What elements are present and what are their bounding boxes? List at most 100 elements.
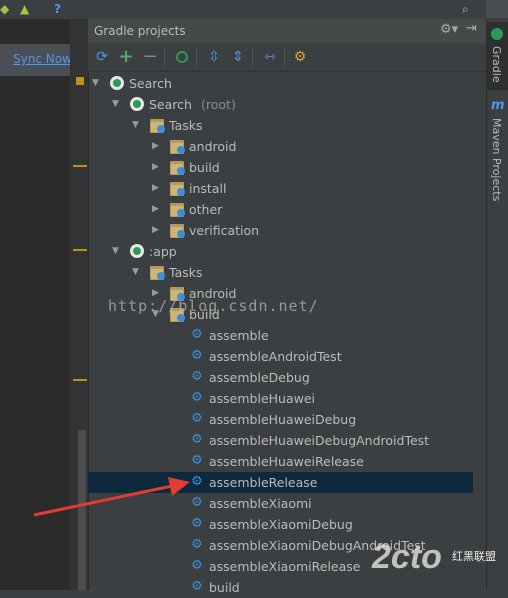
execute-task-icon[interactable] <box>172 47 192 67</box>
task-gear-icon: ⚙ <box>191 390 203 405</box>
tree-task[interactable]: ⚙ build <box>88 577 473 598</box>
tree-node-label: android <box>189 139 237 154</box>
task-folder-icon <box>170 161 185 175</box>
tree-node-label: other <box>189 202 223 217</box>
tree-task[interactable]: ⚙ assembleHuaweiDebugAndroidTest <box>88 430 473 451</box>
tree-node-label: assembleXiaomiDebug <box>209 517 353 532</box>
gradle-project-icon <box>130 97 144 111</box>
task-folder-icon <box>150 119 165 133</box>
tree-task-group-android[interactable]: ▶ android <box>88 136 473 157</box>
expanded-arrow-icon[interactable]: ▼ <box>112 241 119 262</box>
watermark-logo-sub: 红黑联盟 <box>452 550 496 563</box>
tree-task[interactable]: ⚙ assembleAndroidTest <box>88 346 473 367</box>
task-gear-icon: ⚙ <box>191 327 203 342</box>
add-icon[interactable]: + <box>116 47 136 67</box>
tree-module-app[interactable]: ▼:app <box>88 241 473 262</box>
tree-node-label: assembleDebug <box>209 370 310 385</box>
tree-task[interactable]: ⚙ assembleDebug <box>88 367 473 388</box>
toolbar-separator <box>196 48 197 66</box>
tree-task-group-other[interactable]: ▶ other <box>88 199 473 220</box>
task-folder-icon <box>170 182 185 196</box>
collapsed-arrow-icon[interactable]: ▶ <box>152 199 159 220</box>
tree-task[interactable]: ⚙ assembleHuawei <box>88 388 473 409</box>
tree-node-label: assembleAndroidTest <box>209 349 342 364</box>
toolbar-separator <box>284 48 285 66</box>
folder-gear-badge-icon <box>177 314 185 322</box>
panel-settings-icon[interactable]: ⚙▾ <box>440 22 458 37</box>
expanded-arrow-icon[interactable]: ▼ <box>132 115 139 136</box>
gradle-tab-icon <box>491 28 503 40</box>
remove-icon[interactable]: − <box>140 47 160 67</box>
folder-gear-badge-icon <box>177 167 185 175</box>
maven-tool-tab[interactable]: m Maven Projects <box>486 96 508 206</box>
toolbar-separator <box>164 48 165 66</box>
task-gear-icon: ⚙ <box>191 558 203 573</box>
tree-node-label: assembleXiaomiRelease <box>209 559 361 574</box>
task-folder-icon <box>170 224 185 238</box>
tree-node-label: assembleHuaweiDebug <box>209 412 357 427</box>
tree-task[interactable]: ⚙ assembleXiaomi <box>88 493 473 514</box>
folder-gear-badge-icon <box>157 125 165 133</box>
tree-node-sublabel: (root) <box>201 97 236 112</box>
folder-gear-badge-icon <box>177 293 185 301</box>
collapsed-arrow-icon[interactable]: ▶ <box>152 178 159 199</box>
panel-hide-icon[interactable]: ⇥ <box>466 21 477 36</box>
tree-node-label: install <box>189 181 227 196</box>
gradle-tab-label: Gradle <box>490 46 503 83</box>
help-icon[interactable]: ? <box>54 0 61 18</box>
tree-node-label: build <box>209 580 240 595</box>
sync-now-link[interactable]: Sync Now <box>13 52 72 66</box>
tree-task[interactable]: ⚙ assemble <box>88 325 473 346</box>
task-gear-icon: ⚙ <box>191 579 203 594</box>
gutter-marker[interactable] <box>73 379 87 381</box>
expanded-arrow-icon[interactable]: ▼ <box>92 73 99 94</box>
gutter-warning-marker[interactable] <box>76 77 84 85</box>
tree-task-group-install[interactable]: ▶ install <box>88 178 473 199</box>
maven-tab-label: Maven Projects <box>490 118 503 202</box>
tree-node-label: assemble <box>209 328 269 343</box>
search-icon[interactable]: ⌕ <box>462 0 469 18</box>
toggle-offline-icon[interactable]: ⇿ <box>260 47 280 67</box>
expanded-arrow-icon[interactable]: ▼ <box>132 262 139 283</box>
tree-node-label: assembleHuaweiRelease <box>209 454 364 469</box>
collapsed-arrow-icon[interactable]: ▶ <box>152 136 159 157</box>
task-gear-icon: ⚙ <box>191 495 203 510</box>
tree-task[interactable]: ⚙ assembleHuaweiDebug <box>88 409 473 430</box>
tree-tasks-folder[interactable]: ▼ Tasks <box>88 115 473 136</box>
collapsed-arrow-icon[interactable]: ▶ <box>152 157 159 178</box>
tree-node-label: assembleHuawei <box>209 391 316 406</box>
tree-task-group-build[interactable]: ▶ build <box>88 157 473 178</box>
window-stripe <box>486 0 508 18</box>
collapse-all-icon[interactable]: ⇕ <box>228 47 248 67</box>
tree-node-label: build <box>189 160 220 175</box>
collapsed-arrow-icon[interactable]: ▶ <box>152 220 159 241</box>
expand-all-icon[interactable]: ⇳ <box>204 47 224 67</box>
tree-task-selected[interactable]: ⚙ assembleRelease <box>88 472 473 493</box>
toolbar-separator <box>252 48 253 66</box>
task-gear-icon: ⚙ <box>191 369 203 384</box>
tree-node-label: assembleRelease <box>209 475 318 490</box>
gutter-marker[interactable] <box>73 249 87 251</box>
task-gear-icon: ⚙ <box>191 516 203 531</box>
tree-root-search[interactable]: ▼ Search <box>88 73 473 94</box>
gradle-tool-tab[interactable]: Gradle <box>486 22 508 90</box>
top-strip <box>0 0 508 20</box>
gutter-marker[interactable] <box>73 165 87 167</box>
tree-task[interactable]: ⚙ assembleXiaomiDebug <box>88 514 473 535</box>
refresh-icon[interactable]: ⟳ <box>92 47 112 67</box>
expanded-arrow-icon[interactable]: ▼ <box>112 94 119 115</box>
watermark-logo: 2cto <box>372 538 442 576</box>
gradle-settings-icon[interactable]: ⚙ <box>290 47 310 67</box>
tree-task[interactable]: ⚙ assembleHuaweiRelease <box>88 451 473 472</box>
tree-project-search-root[interactable]: ▼ Search (root) <box>88 94 473 115</box>
task-gear-icon: ⚙ <box>191 348 203 363</box>
android-build-icon[interactable]: ◆ <box>0 0 9 18</box>
task-folder-icon <box>170 140 185 154</box>
editor-scrollbar-thumb[interactable] <box>78 430 86 590</box>
android-robot-icon[interactable]: ▲ <box>20 0 29 18</box>
task-folder-icon <box>150 266 165 280</box>
tree-tasks-folder[interactable]: ▼ Tasks <box>88 262 473 283</box>
tree-node-label: verification <box>189 223 260 238</box>
tree-task-group-verification[interactable]: ▶ verification <box>88 220 473 241</box>
watermark-url: http://blog.csdn.net/ <box>108 297 319 315</box>
